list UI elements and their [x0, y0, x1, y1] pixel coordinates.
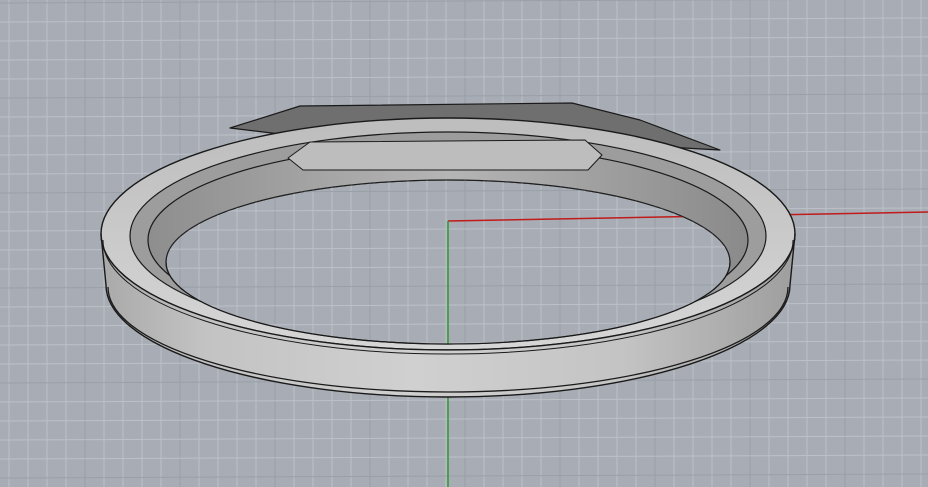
grid-line-horizontal — [0, 416, 928, 422]
grid-line-horizontal — [0, 74, 928, 80]
grid-line-horizontal — [0, 0, 813, 4]
grid-line-horizontal — [0, 397, 928, 403]
grid-line-horizontal — [0, 435, 928, 441]
ring-signet-plate — [287, 139, 603, 171]
grid-line-horizontal — [0, 55, 928, 61]
grid-line-horizontal — [0, 454, 928, 460]
viewport-canvas[interactable] — [0, 0, 928, 487]
perspective-viewport[interactable] — [0, 0, 928, 487]
grid-line-horizontal — [0, 93, 928, 99]
grid-line-horizontal — [0, 36, 928, 42]
grid-line-horizontal — [0, 473, 928, 479]
grid-line-horizontal — [0, 17, 928, 23]
